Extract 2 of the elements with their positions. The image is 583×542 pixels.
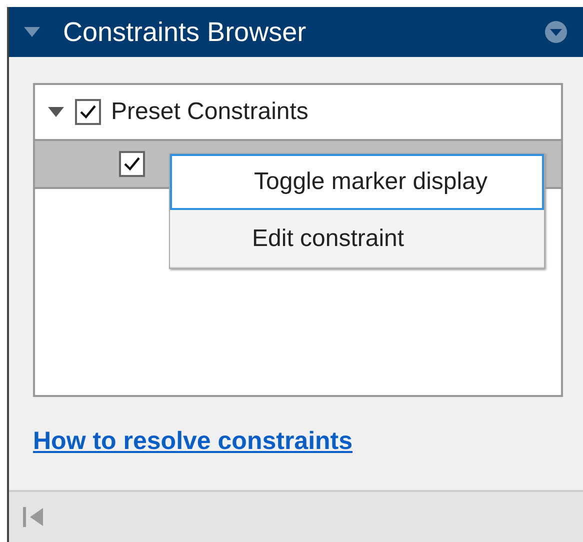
tree-item-label: Preset Constraints bbox=[111, 98, 308, 126]
panel-title: Constraints Browser bbox=[63, 16, 308, 48]
